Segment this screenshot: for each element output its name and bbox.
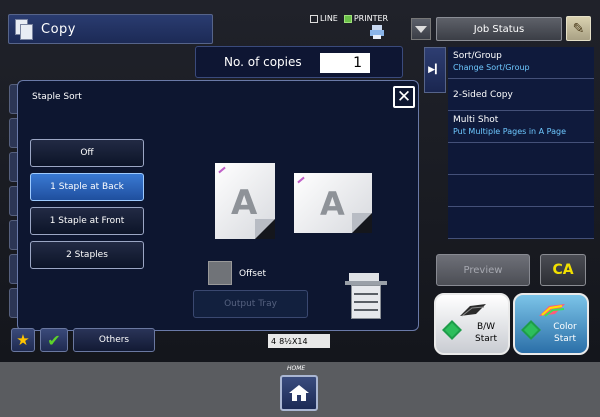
expand-panel-button[interactable]: ▶▎: [424, 47, 446, 93]
close-button[interactable]: ✕: [393, 86, 415, 108]
home-button[interactable]: [280, 375, 318, 411]
paper-letter: A: [320, 185, 345, 223]
copier-machine-icon: [345, 273, 387, 321]
mode-title-bar: Copy: [8, 14, 213, 44]
copies-label: No. of copies: [224, 55, 302, 69]
preview-button: Preview: [436, 254, 530, 286]
home-icon: [289, 385, 309, 401]
offset-label: Offset: [239, 269, 267, 279]
function-panel: ▶▎ Sort/Group Change Sort/Group 2-Sided …: [424, 47, 594, 239]
copy-screen: Copy LINE PRINTER Job Status ✎ No. of co…: [0, 0, 600, 362]
home-label: HOME: [287, 365, 306, 372]
paper-size-indicator: 4 8½X14: [268, 334, 330, 348]
staple-option-off[interactable]: Off: [30, 139, 144, 167]
staple-sort-dialog: Staple Sort ✕ Off 1 Staple at Back 1 Sta…: [17, 80, 419, 331]
color-start-label: Color Start: [553, 322, 577, 344]
dialog-title: Staple Sort: [32, 92, 82, 102]
staple-preview-portrait: A: [215, 163, 275, 239]
func-multi-shot[interactable]: Multi Shot Put Multiple Pages in A Page: [448, 111, 594, 143]
output-tray-button: Output Tray: [193, 290, 308, 318]
staple-mark-icon: [297, 176, 305, 184]
line-checkbox-icon: [310, 14, 318, 23]
close-icon: ✕: [396, 86, 412, 107]
function-list: Sort/Group Change Sort/Group 2-Sided Cop…: [448, 47, 594, 239]
copies-panel: No. of copies 1: [195, 46, 403, 78]
paper-fold-icon: [255, 219, 275, 239]
copies-input[interactable]: 1: [320, 53, 370, 73]
staple-option-2-staples[interactable]: 2 Staples: [30, 241, 144, 269]
checklist-button[interactable]: ✔: [40, 328, 68, 352]
start-diamond-icon: [442, 320, 462, 340]
dropdown-button[interactable]: [411, 18, 431, 40]
paper-fold-icon: [352, 213, 372, 233]
pencil-icon: ✎: [572, 20, 585, 37]
bw-start-label: B/W Start: [475, 322, 497, 344]
staple-mark-icon: [218, 166, 226, 174]
line-indicator: LINE: [310, 14, 338, 23]
paper-letter: A: [231, 183, 258, 223]
paper-size-label: 8½X14: [279, 336, 308, 346]
paper-tray-number: 4: [271, 336, 277, 346]
bw-copy-icon: [460, 304, 486, 317]
func-empty-slot: [448, 175, 594, 207]
favorites-button[interactable]: ★: [11, 328, 35, 352]
offset-checkbox[interactable]: [208, 261, 232, 285]
status-indicators: LINE PRINTER: [310, 14, 388, 23]
printer-indicator: PRINTER: [343, 14, 388, 23]
page-title: Copy: [41, 21, 76, 37]
copy-icon: [15, 19, 33, 40]
bw-start-button[interactable]: B/W Start: [434, 293, 510, 355]
func-empty-slot: [448, 207, 594, 239]
func-empty-slot: [448, 143, 594, 175]
job-status-button[interactable]: Job Status: [436, 17, 562, 41]
func-2-sided-copy[interactable]: 2-Sided Copy: [448, 79, 594, 111]
staple-preview-landscape: A: [294, 173, 372, 233]
chevron-down-icon: [415, 25, 427, 33]
star-icon: ★: [16, 331, 30, 349]
play-arrow-icon: ▶▎: [428, 65, 442, 75]
color-copy-icon: [539, 304, 565, 317]
printer-checkbox-icon: [343, 14, 352, 23]
func-sort-group[interactable]: Sort/Group Change Sort/Group: [448, 47, 594, 79]
clear-all-button[interactable]: CA: [540, 254, 586, 286]
staple-option-1-back[interactable]: 1 Staple at Back: [30, 173, 144, 201]
check-icon: ✔: [47, 330, 61, 350]
others-button[interactable]: Others: [73, 328, 155, 352]
start-diamond-icon: [521, 320, 541, 340]
color-start-button[interactable]: Color Start: [513, 293, 589, 355]
notepad-button[interactable]: ✎: [566, 16, 591, 41]
printer-status-icon: [370, 25, 386, 39]
staple-option-1-front[interactable]: 1 Staple at Front: [30, 207, 144, 235]
